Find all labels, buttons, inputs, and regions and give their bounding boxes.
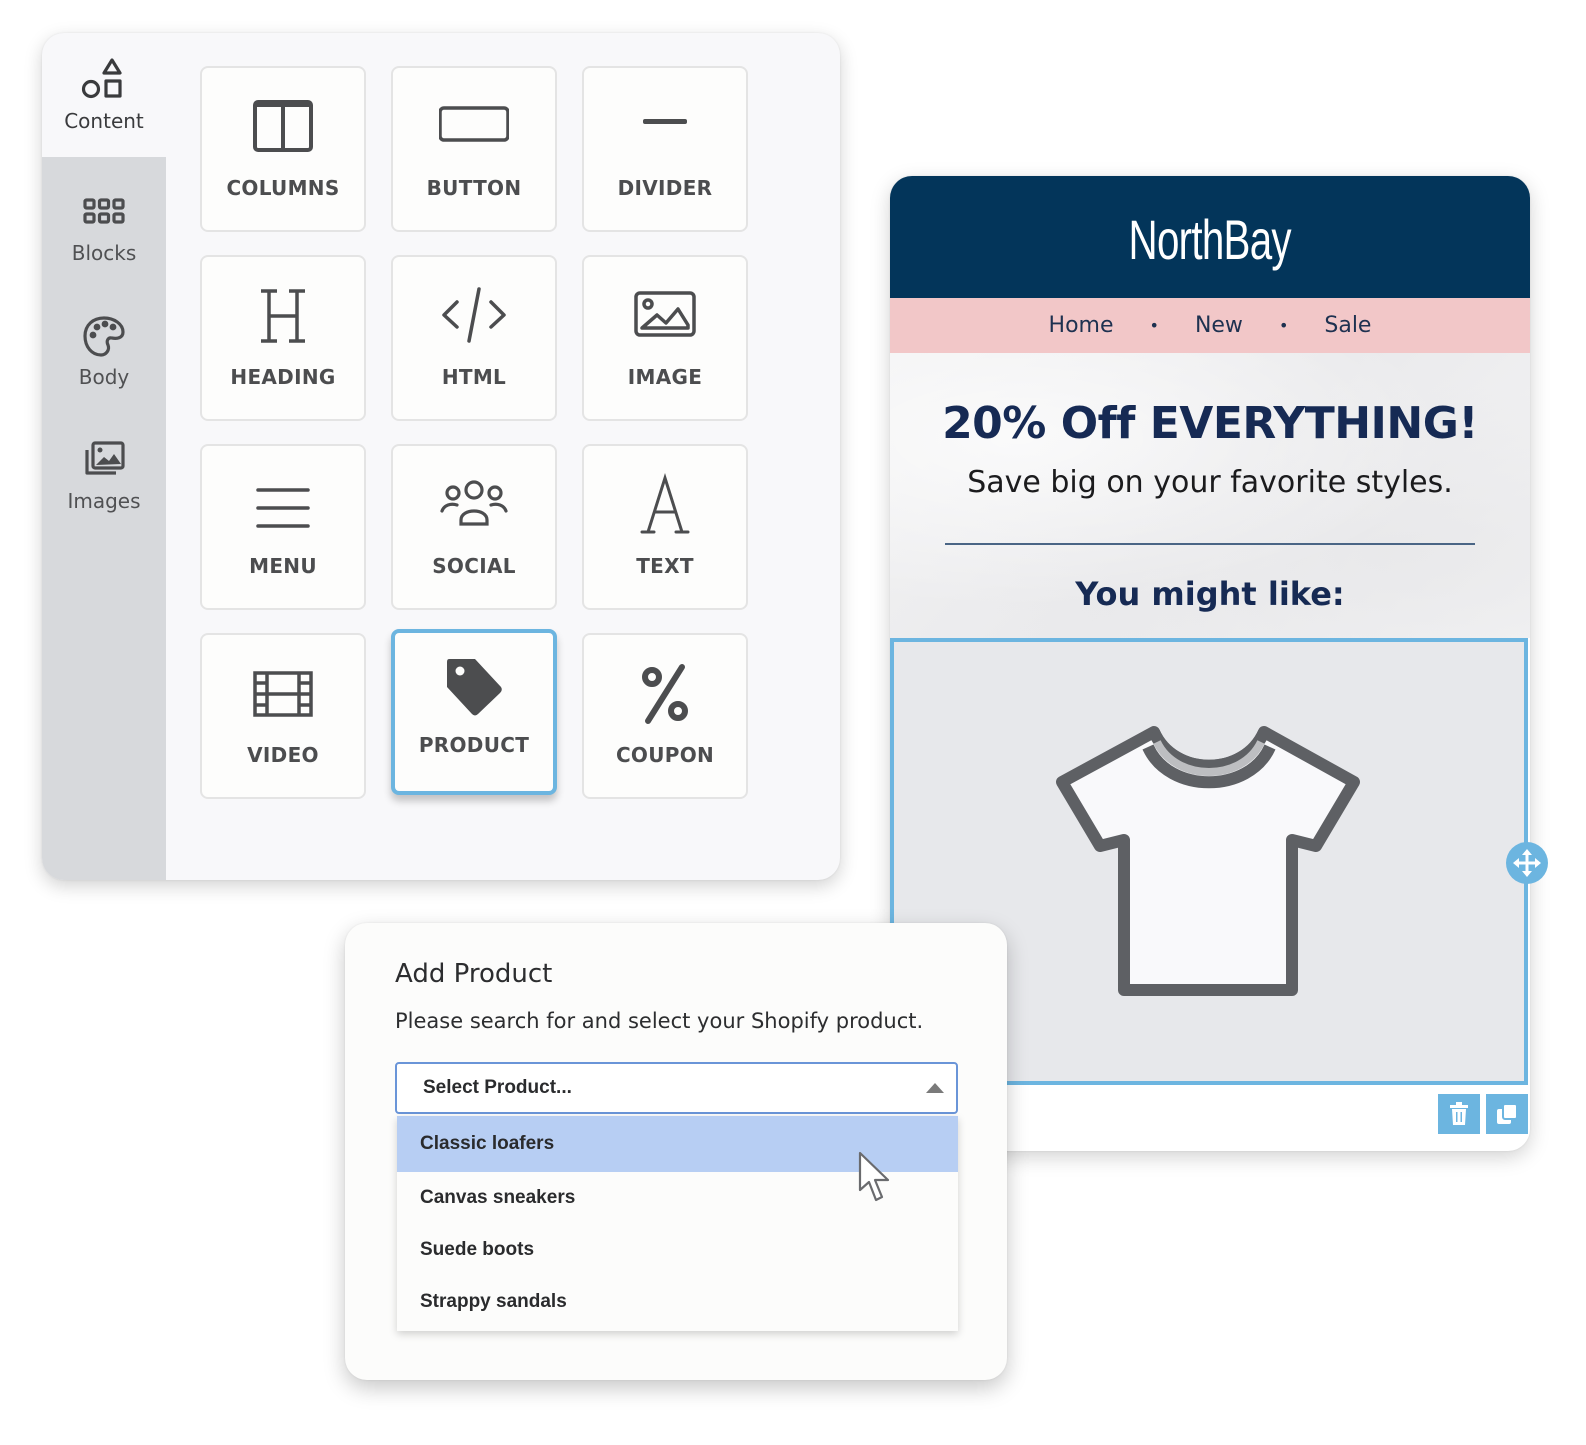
sidebar-item-images[interactable]: Images — [42, 413, 166, 537]
tile-image[interactable]: IMAGE — [582, 255, 748, 421]
button-icon — [438, 106, 510, 142]
columns-icon — [253, 100, 313, 152]
tile-label: VIDEO — [247, 743, 319, 767]
tile-label: COUPON — [615, 743, 715, 767]
tag-icon — [447, 659, 502, 716]
divider-icon — [643, 119, 687, 124]
tile-divider[interactable]: DIVIDER — [582, 66, 748, 232]
sidebar-item-content[interactable]: Content — [42, 33, 166, 157]
sidebar-item-body[interactable]: Body — [42, 289, 166, 413]
hero-subheadline: Save big on your favorite styles. — [967, 465, 1453, 500]
sidebar-item-label: Blocks — [71, 241, 137, 265]
nav-link-home[interactable]: Home — [1049, 313, 1114, 338]
tile-heading[interactable]: HEADING — [200, 255, 366, 421]
mouse-cursor-icon — [858, 1151, 890, 1202]
duplicate-icon — [1497, 1103, 1518, 1124]
tile-label: MENU — [249, 554, 317, 578]
code-icon — [442, 287, 506, 343]
sidebar-item-label: Images — [67, 489, 141, 513]
caret-up-icon — [926, 1083, 944, 1093]
image-icon — [634, 291, 696, 337]
tile-product[interactable]: PRODUCT — [391, 629, 557, 795]
select-placeholder: Select Product... — [423, 1077, 572, 1098]
add-product-modal: Add Product Please search for and select… — [345, 923, 1007, 1380]
images-icon — [85, 441, 125, 475]
builder-sidebar: Content Blocks Body Images — [42, 33, 166, 880]
text-icon — [640, 473, 690, 534]
percent-icon — [642, 664, 688, 724]
modal-description: Please search for and select your Shopif… — [395, 1009, 924, 1033]
tile-video[interactable]: VIDEO — [200, 633, 366, 799]
tile-coupon[interactable]: COUPON — [582, 633, 748, 799]
tile-button[interactable]: BUTTON — [391, 66, 557, 232]
email-header: NorthBay — [890, 176, 1530, 298]
tile-columns[interactable]: COLUMNS — [200, 66, 366, 232]
option-suede-boots[interactable]: Suede boots — [397, 1224, 958, 1276]
tile-label: COLUMNS — [226, 176, 340, 200]
tile-label: HTML — [441, 365, 507, 389]
tile-menu[interactable]: MENU — [200, 444, 366, 610]
duplicate-block-button[interactable] — [1486, 1094, 1528, 1134]
grid-icon — [83, 198, 125, 224]
nav-link-new[interactable]: New — [1195, 313, 1243, 338]
sidebar-item-label: Content — [64, 109, 144, 133]
email-nav: Home • New • Sale — [890, 298, 1530, 353]
sidebar-item-blocks[interactable]: Blocks — [42, 165, 166, 289]
tile-label: SOCIAL — [432, 554, 516, 578]
trash-icon — [1450, 1102, 1468, 1125]
shapes-icon — [81, 58, 122, 99]
section-title: You might like: — [1075, 575, 1345, 613]
brand-logo: NorthBay — [1128, 207, 1292, 271]
tile-label: PRODUCT — [418, 733, 530, 757]
tile-label: IMAGE — [627, 365, 703, 389]
hero-section[interactable]: 20% Off EVERYTHING! Save big on your fav… — [890, 353, 1530, 638]
hero-headline: 20% Off EVERYTHING! — [942, 398, 1478, 449]
move-icon — [1513, 849, 1541, 877]
tile-label: DIVIDER — [617, 176, 713, 200]
tile-html[interactable]: HTML — [391, 255, 557, 421]
palette-icon — [83, 316, 125, 357]
delete-block-button[interactable] — [1438, 1094, 1480, 1134]
modal-title: Add Product — [395, 959, 553, 989]
nav-separator: • — [1149, 316, 1159, 335]
product-select[interactable]: Select Product... — [395, 1062, 958, 1114]
tile-social[interactable]: SOCIAL — [391, 444, 557, 610]
move-block-handle[interactable] — [1506, 842, 1548, 884]
tile-label: TEXT — [636, 554, 694, 578]
option-strappy-sandals[interactable]: Strappy sandals — [397, 1276, 958, 1328]
people-icon — [440, 480, 508, 526]
tile-label: BUTTON — [426, 176, 522, 200]
content-builder-panel: Content Blocks Body Images COLUMNS BUTTO… — [42, 33, 840, 880]
sidebar-item-label: Body — [78, 365, 130, 389]
tile-label: HEADING — [230, 365, 336, 389]
film-icon — [253, 671, 313, 717]
menu-icon — [256, 488, 310, 528]
heading-icon — [261, 289, 305, 343]
nav-link-sale[interactable]: Sale — [1324, 313, 1371, 338]
nav-separator: • — [1278, 316, 1289, 335]
hero-divider — [945, 543, 1475, 545]
product-options-list: Classic loafers Canvas sneakers Suede bo… — [397, 1116, 958, 1331]
tile-text[interactable]: TEXT — [582, 444, 748, 610]
tshirt-icon — [1056, 726, 1360, 996]
